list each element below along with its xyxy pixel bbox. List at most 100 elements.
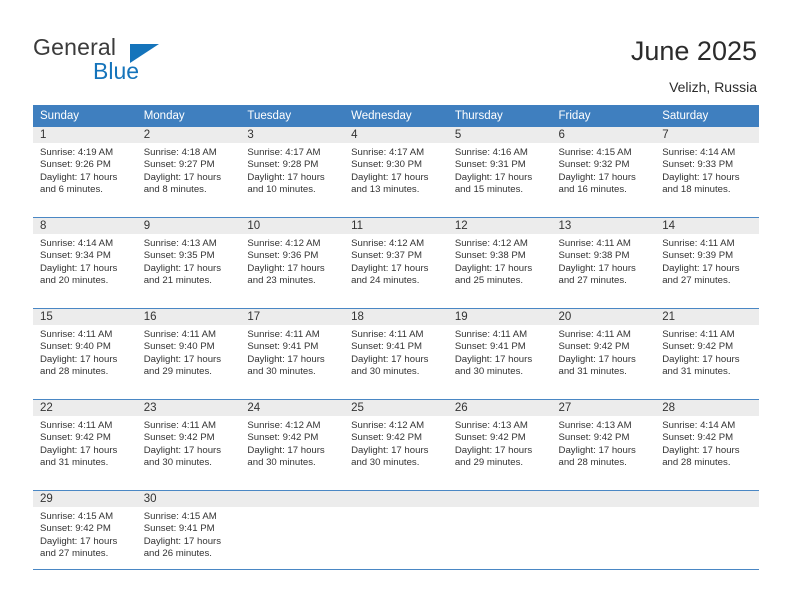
sunrise-text: Sunrise: 4:11 AM	[247, 329, 320, 340]
daylight-text-line1: Daylight: 17 hours	[351, 262, 429, 274]
day-details: Sunrise: 4:15 AM Sunset: 9:41 PM Dayligh…	[137, 507, 241, 561]
day-details: Sunrise: 4:18 AM Sunset: 9:27 PM Dayligh…	[137, 143, 241, 197]
day-details: Sunrise: 4:12 AM Sunset: 9:36 PM Dayligh…	[240, 234, 344, 288]
day-number: 16	[136, 309, 241, 325]
calendar-day-cell[interactable]: 18 Sunrise: 4:11 AM Sunset: 9:41 PM Dayl…	[344, 308, 448, 392]
day-details: Sunrise: 4:14 AM Sunset: 9:33 PM Dayligh…	[655, 143, 759, 197]
brand-logo[interactable]: General Blue	[33, 34, 233, 90]
calendar-bottom-rule	[33, 569, 759, 570]
daylight-text-line1: Daylight: 17 hours	[247, 262, 325, 274]
calendar-day-cell[interactable]: 17 Sunrise: 4:11 AM Sunset: 9:41 PM Dayl…	[240, 308, 345, 392]
day-number: 14	[655, 218, 759, 234]
calendar-day-cell[interactable]: 19 Sunrise: 4:11 AM Sunset: 9:41 PM Dayl…	[447, 308, 552, 392]
day-number: 5	[447, 127, 552, 143]
weekday-header-saturday: Saturday	[655, 105, 759, 127]
calendar-day-cell[interactable]: 15 Sunrise: 4:11 AM Sunset: 9:40 PM Dayl…	[33, 308, 137, 392]
sunset-text: Sunset: 9:27 PM	[143, 159, 215, 171]
calendar-day-cell[interactable]: 28 Sunrise: 4:14 AM Sunset: 9:42 PM Dayl…	[655, 399, 759, 483]
sunrise-text: Sunrise: 4:15 AM	[40, 511, 114, 522]
calendar-week-row: 1 Sunrise: 4:19 AM Sunset: 9:26 PM Dayli…	[33, 127, 759, 210]
day-details: Sunrise: 4:16 AM Sunset: 9:31 PM Dayligh…	[448, 143, 552, 197]
calendar-day-cell[interactable]: 2 Sunrise: 4:18 AM Sunset: 9:27 PM Dayli…	[136, 127, 241, 210]
day-details: Sunrise: 4:11 AM Sunset: 9:39 PM Dayligh…	[655, 234, 759, 288]
sunset-text: Sunset: 9:41 PM	[247, 341, 319, 353]
day-number: 11	[344, 218, 448, 234]
day-details	[344, 507, 448, 511]
calendar-day-cell[interactable]: 24 Sunrise: 4:12 AM Sunset: 9:42 PM Dayl…	[240, 399, 345, 483]
sunrise-text: Sunrise: 4:13 AM	[143, 238, 217, 249]
sunrise-text: Sunrise: 4:15 AM	[558, 147, 632, 158]
day-details: Sunrise: 4:12 AM Sunset: 9:38 PM Dayligh…	[448, 234, 552, 288]
sunrise-text: Sunrise: 4:12 AM	[454, 238, 528, 249]
daylight-text-line1: Daylight: 17 hours	[351, 171, 429, 183]
day-number: 12	[447, 218, 552, 234]
daylight-text-line2: and 30 minutes.	[143, 457, 212, 469]
calendar-day-cell[interactable]: 11 Sunrise: 4:12 AM Sunset: 9:37 PM Dayl…	[344, 217, 448, 301]
daylight-text-line2: and 15 minutes.	[454, 184, 524, 196]
calendar-day-cell[interactable]: 23 Sunrise: 4:11 AM Sunset: 9:42 PM Dayl…	[136, 399, 241, 483]
week-spacer-row	[33, 483, 759, 491]
day-details: Sunrise: 4:13 AM Sunset: 9:35 PM Dayligh…	[137, 234, 241, 288]
daylight-text-line1: Daylight: 17 hours	[662, 262, 740, 274]
sunset-text: Sunset: 9:40 PM	[143, 341, 215, 353]
calendar-day-cell[interactable]: 5 Sunrise: 4:16 AM Sunset: 9:31 PM Dayli…	[447, 127, 552, 210]
day-details: Sunrise: 4:17 AM Sunset: 9:30 PM Dayligh…	[344, 143, 448, 197]
day-details: Sunrise: 4:19 AM Sunset: 9:26 PM Dayligh…	[33, 143, 137, 197]
calendar-day-cell[interactable]: 7 Sunrise: 4:14 AM Sunset: 9:33 PM Dayli…	[655, 127, 759, 210]
day-number: 25	[344, 400, 448, 416]
weekday-header-tuesday: Tuesday	[240, 105, 345, 127]
calendar-day-cell[interactable]: 20 Sunrise: 4:11 AM Sunset: 9:42 PM Dayl…	[551, 308, 656, 392]
calendar-day-cell[interactable]: 4 Sunrise: 4:17 AM Sunset: 9:30 PM Dayli…	[344, 127, 448, 210]
calendar-day-cell[interactable]: 6 Sunrise: 4:15 AM Sunset: 9:32 PM Dayli…	[551, 127, 656, 210]
daylight-text-line2: and 28 minutes.	[662, 457, 731, 469]
calendar-day-cell[interactable]: 26 Sunrise: 4:13 AM Sunset: 9:42 PM Dayl…	[447, 399, 552, 483]
calendar-day-cell-empty	[447, 490, 552, 574]
calendar-day-cell[interactable]: 29 Sunrise: 4:15 AM Sunset: 9:42 PM Dayl…	[33, 490, 137, 574]
day-number: 23	[136, 400, 241, 416]
sunrise-text: Sunrise: 4:11 AM	[558, 329, 631, 340]
calendar-day-cell[interactable]: 30 Sunrise: 4:15 AM Sunset: 9:41 PM Dayl…	[136, 490, 241, 574]
calendar-day-cell[interactable]: 16 Sunrise: 4:11 AM Sunset: 9:40 PM Dayl…	[136, 308, 241, 392]
calendar-day-cell[interactable]: 1 Sunrise: 4:19 AM Sunset: 9:26 PM Dayli…	[33, 127, 137, 210]
page-subtitle-location: Velizh, Russia	[669, 79, 757, 95]
daylight-text-line2: and 29 minutes.	[454, 457, 524, 469]
calendar-page: General Blue June 2025 Velizh, Russia Su…	[0, 0, 792, 612]
calendar-day-cell[interactable]: 9 Sunrise: 4:13 AM Sunset: 9:35 PM Dayli…	[136, 217, 241, 301]
day-number: 3	[240, 127, 345, 143]
week-spacer-row	[33, 301, 759, 309]
day-number: 6	[551, 127, 656, 143]
daylight-text-line2: and 31 minutes.	[40, 457, 109, 469]
day-details: Sunrise: 4:13 AM Sunset: 9:42 PM Dayligh…	[448, 416, 552, 470]
calendar-day-cell[interactable]: 13 Sunrise: 4:11 AM Sunset: 9:38 PM Dayl…	[551, 217, 656, 301]
day-details: Sunrise: 4:15 AM Sunset: 9:42 PM Dayligh…	[33, 507, 137, 561]
day-details: Sunrise: 4:11 AM Sunset: 9:42 PM Dayligh…	[33, 416, 137, 470]
week-spacer-row	[33, 210, 759, 218]
daylight-text-line2: and 13 minutes.	[351, 184, 420, 196]
calendar-day-cell[interactable]: 22 Sunrise: 4:11 AM Sunset: 9:42 PM Dayl…	[33, 399, 137, 483]
day-number: 1	[33, 127, 137, 143]
calendar-day-cell[interactable]: 8 Sunrise: 4:14 AM Sunset: 9:34 PM Dayli…	[33, 217, 137, 301]
sunrise-text: Sunrise: 4:15 AM	[143, 511, 217, 522]
calendar-day-cell[interactable]: 12 Sunrise: 4:12 AM Sunset: 9:38 PM Dayl…	[447, 217, 552, 301]
calendar-day-cell[interactable]: 27 Sunrise: 4:13 AM Sunset: 9:42 PM Dayl…	[551, 399, 656, 483]
sunrise-text: Sunrise: 4:13 AM	[558, 420, 632, 431]
daylight-text-line2: and 21 minutes.	[143, 275, 212, 287]
daylight-text-line1: Daylight: 17 hours	[558, 171, 636, 183]
day-details: Sunrise: 4:11 AM Sunset: 9:38 PM Dayligh…	[552, 234, 656, 288]
day-number: 2	[136, 127, 241, 143]
day-details: Sunrise: 4:11 AM Sunset: 9:42 PM Dayligh…	[655, 325, 759, 379]
calendar-day-cell[interactable]: 3 Sunrise: 4:17 AM Sunset: 9:28 PM Dayli…	[240, 127, 345, 210]
sunrise-text: Sunrise: 4:14 AM	[40, 238, 114, 249]
sunset-text: Sunset: 9:42 PM	[40, 523, 111, 535]
day-details: Sunrise: 4:11 AM Sunset: 9:40 PM Dayligh…	[137, 325, 241, 379]
day-number: 19	[447, 309, 552, 325]
daylight-text-line2: and 20 minutes.	[40, 275, 109, 287]
calendar-day-cell[interactable]: 21 Sunrise: 4:11 AM Sunset: 9:42 PM Dayl…	[655, 308, 759, 392]
day-number: 21	[655, 309, 759, 325]
day-details: Sunrise: 4:11 AM Sunset: 9:42 PM Dayligh…	[137, 416, 241, 470]
daylight-text-line2: and 30 minutes.	[351, 457, 420, 469]
calendar-week-row: 15 Sunrise: 4:11 AM Sunset: 9:40 PM Dayl…	[33, 308, 759, 392]
calendar-day-cell[interactable]: 14 Sunrise: 4:11 AM Sunset: 9:39 PM Dayl…	[655, 217, 759, 301]
calendar-day-cell[interactable]: 25 Sunrise: 4:12 AM Sunset: 9:42 PM Dayl…	[344, 399, 448, 483]
calendar-day-cell[interactable]: 10 Sunrise: 4:12 AM Sunset: 9:36 PM Dayl…	[240, 217, 345, 301]
